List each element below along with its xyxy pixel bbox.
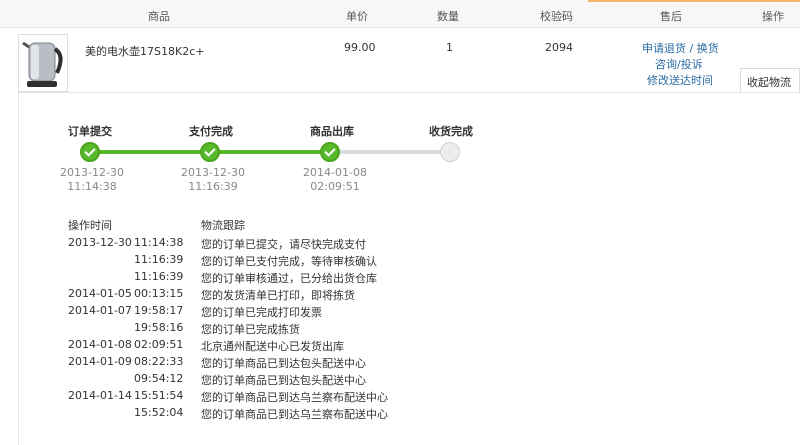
product-thumbnail[interactable]	[18, 34, 68, 92]
log-message: 北京通州配送中心已发货出库	[201, 340, 344, 353]
log-date: 2014-01-07	[68, 304, 132, 317]
step-date: 2013-12-30	[60, 166, 124, 179]
table-header: 商品 单价 数量 校验码 售后 操作	[0, 0, 800, 28]
log-message: 您的订单商品已到达包头配送中心	[201, 374, 366, 387]
log-row: 09:54:12 您的订单商品已到达包头配送中心	[68, 372, 468, 389]
header-accent-bar	[588, 0, 800, 2]
step-time-paid: 2013-12-30 11:16:39	[178, 166, 248, 194]
log-message: 您的订单已完成拣货	[201, 323, 300, 336]
step-node-paid	[200, 142, 220, 162]
step-node-shipped	[320, 142, 340, 162]
step-label-shipped: 商品出库	[310, 125, 354, 138]
log-time: 11:16:39	[134, 270, 184, 283]
log-row: 19:58:16 您的订单已完成拣货	[68, 321, 468, 338]
col-verify-code: 校验码	[540, 10, 573, 23]
log-date: 2014-01-14	[68, 389, 132, 402]
log-date: 2014-01-08	[68, 338, 132, 351]
log-row: 2014-01-14 15:51:54 您的订单商品已到达乌兰察布配送中心	[68, 389, 468, 406]
col-qty: 数量	[437, 10, 459, 23]
step-node-received	[440, 142, 460, 162]
step-time-shipped: 2014-01-08 02:09:51	[300, 166, 370, 194]
log-row: 15:52:04 您的订单商品已到达乌兰察布配送中心	[68, 406, 468, 423]
product-qty: 1	[446, 41, 453, 54]
log-time: 02:09:51	[134, 338, 184, 351]
log-row: 2014-01-09 08:22:33 您的订单商品已到达包头配送中心	[68, 355, 468, 372]
collapse-logistics-button[interactable]: 收起物流	[740, 68, 800, 92]
log-time: 11:16:39	[134, 253, 184, 266]
change-delivery-time-link[interactable]: 修改送达时间	[647, 72, 713, 88]
log-time: 08:22:33	[134, 355, 184, 368]
log-time: 15:52:04	[134, 406, 184, 419]
col-after-sale: 售后	[660, 10, 682, 23]
product-name[interactable]: 美的电水壶17S18K2c+	[85, 43, 204, 59]
check-icon	[204, 145, 216, 157]
log-time: 19:58:16	[134, 321, 184, 334]
log-date: 2014-01-09	[68, 355, 132, 368]
product-row: 美的电水壶17S18K2c+ 99.00 1 2094 申请退货 / 换货 咨询…	[0, 28, 800, 94]
step-time-submit: 2013-12-30 11:14:38	[57, 166, 127, 194]
log-row: 11:16:39 您的订单审核通过，已分给出货仓库	[68, 270, 468, 287]
step-label-paid: 支付完成	[189, 125, 233, 138]
product-price: 99.00	[344, 41, 376, 54]
log-message: 您的订单已支付完成，等待审核确认	[201, 255, 377, 268]
step-date: 2013-12-30	[181, 166, 245, 179]
progress-track-pending	[330, 150, 450, 154]
log-col-track: 物流跟踪	[201, 219, 245, 232]
log-message: 您的订单已提交，请尽快完成支付	[201, 238, 366, 251]
log-message: 您的订单商品已到达包头配送中心	[201, 357, 366, 370]
log-time: 09:54:12	[134, 372, 184, 385]
tracking-log: 2013-12-30 11:14:38 您的订单已提交，请尽快完成支付 11:16:…	[68, 236, 468, 423]
col-price: 单价	[346, 10, 368, 23]
log-row: 2014-01-05 00:13:15 您的发货清单已打印，即将拣货	[68, 287, 468, 304]
check-icon	[324, 145, 336, 157]
step-clock: 02:09:51	[310, 180, 360, 193]
log-date: 2014-01-05	[68, 287, 132, 300]
log-row: 2013-12-30 11:14:38 您的订单已提交，请尽快完成支付	[68, 236, 468, 253]
step-node-submit	[80, 142, 100, 162]
product-verify-code: 2094	[545, 41, 573, 54]
log-time: 00:13:15	[134, 287, 184, 300]
log-row: 2014-01-08 02:09:51 北京通州配送中心已发货出库	[68, 338, 468, 355]
log-message: 您的订单已完成打印发票	[201, 306, 322, 319]
log-time: 19:58:17	[134, 304, 184, 317]
step-label-received: 收货完成	[429, 125, 473, 138]
log-col-time: 操作时间	[68, 219, 112, 232]
step-label-submit: 订单提交	[68, 125, 112, 138]
log-date: 2013-12-30	[68, 236, 132, 249]
step-date: 2014-01-08	[303, 166, 367, 179]
log-row: 11:16:39 您的订单已支付完成，等待审核确认	[68, 253, 468, 270]
return-exchange-link[interactable]: 申请退货 / 换货	[642, 40, 719, 56]
step-clock: 11:14:38	[67, 180, 117, 193]
check-icon	[84, 145, 96, 157]
log-time: 11:14:38	[134, 236, 184, 249]
kettle-icon	[22, 41, 63, 87]
col-product: 商品	[148, 10, 170, 23]
log-message: 您的订单审核通过，已分给出货仓库	[201, 272, 377, 285]
log-time: 15:51:54	[134, 389, 184, 402]
step-clock: 11:16:39	[188, 180, 238, 193]
log-message: 您的订单商品已到达乌兰察布配送中心	[201, 391, 388, 404]
col-action: 操作	[762, 10, 784, 23]
log-message: 您的订单商品已到达乌兰察布配送中心	[201, 408, 388, 421]
log-message: 您的发货清单已打印，即将拣货	[201, 289, 355, 302]
log-row: 2014-01-07 19:58:17 您的订单已完成打印发票	[68, 304, 468, 321]
consult-complain-link[interactable]: 咨询/投诉	[655, 56, 703, 72]
